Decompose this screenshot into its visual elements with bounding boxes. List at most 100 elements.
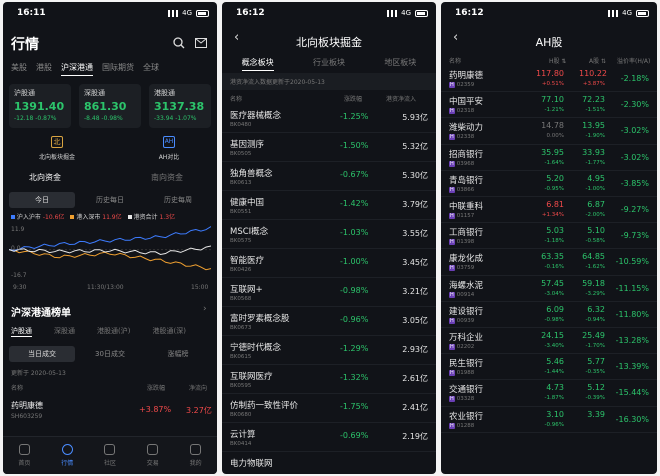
a-change: -1.62% — [585, 264, 605, 271]
list-item[interactable]: 中国平安 H 02318 77.10 -1.21% 72.23 -1.51% -2.30% — [441, 92, 657, 119]
index-name: 深股通 — [84, 89, 105, 97]
list-item[interactable]: 基因测序 BK0505 -1.50% 5.32亿 — [222, 133, 436, 162]
nav-community[interactable]: 社区 — [104, 444, 116, 467]
stock-code: H 03968 — [449, 160, 475, 167]
list-item[interactable]: 医疗器械概念 BK0480 -1.25% 5.93亿 — [222, 104, 436, 133]
sector-tabs: 概念板块 行业板块 地区板块 — [222, 57, 436, 71]
list-item[interactable]: 互联网医疗 BK0595 -1.32% 2.61亿 — [222, 365, 436, 394]
sector-inflow: 2.41亿 — [402, 403, 428, 412]
sector-code: BK0568 — [230, 296, 252, 302]
sector-name: 健康中国 — [230, 198, 265, 208]
col-flow: 净流向 — [189, 385, 208, 392]
tab-hk[interactable]: 港股 — [36, 62, 52, 76]
list-item[interactable]: 青岛银行 H 03866 5.20 -0.95% 4.95 -1.00% -3.85% — [441, 171, 657, 197]
list-item[interactable]: 仿制药一致性评价 BK0680 -1.75% 2.41亿 — [222, 394, 436, 423]
list-item[interactable]: 交通银行 H 03328 4.73 -1.87% 5.12 -0.39% -15.44% — [441, 380, 657, 407]
tab-global[interactable]: 全球 — [143, 62, 159, 76]
col-premium[interactable]: 溢价率(H/A) — [617, 56, 650, 65]
table-row[interactable]: 药明康德 SH603259 +3.87% 3.27亿 — [3, 396, 217, 426]
tab-futures[interactable]: 国际期货 — [102, 62, 134, 76]
list-item[interactable]: 中联重科 H 01157 6.81 +1.34% 6.87 -2.00% -9.27% — [441, 197, 657, 224]
tab-north-fund[interactable]: 北向资金 — [29, 172, 61, 183]
hk-badge-icon: H — [449, 317, 455, 324]
list-item[interactable]: 互联网+ BK0568 -0.98% 3.21亿 — [222, 278, 436, 307]
chevron-right-icon[interactable]: › — [203, 304, 207, 314]
list-item[interactable]: 富时罗素概念股 BK0673 -0.96% 3.05亿 — [222, 307, 436, 336]
network-label: 4G — [182, 9, 192, 17]
list-item[interactable]: 云计算 BK0414 -0.69% 2.19亿 — [222, 423, 436, 452]
stock-code: H 00939 — [449, 317, 475, 324]
list-item[interactable]: 工商银行 H 01398 5.03 -1.18% 5.10 -0.58% -9.73% — [441, 223, 657, 250]
list-item[interactable]: 独角兽概念 BK0613 -0.67% 5.30亿 — [222, 162, 436, 191]
a-change: -1.90% — [585, 133, 605, 140]
a-change: -1.70% — [585, 343, 605, 349]
community-icon — [104, 444, 116, 455]
index-card-hk[interactable]: 港股通 3137.38 -33.94 -1.07% — [149, 84, 211, 128]
a-change: -2.00% — [585, 212, 605, 218]
tab-concept[interactable]: 概念板块 — [241, 57, 274, 71]
tab-rank-sz[interactable]: 深股通 — [54, 326, 75, 337]
tab-region[interactable]: 地区板块 — [384, 57, 416, 71]
nav-market[interactable]: 行情 — [61, 444, 73, 467]
list-item[interactable]: 民生银行 H 01988 5.46 -1.44% 5.77 -0.35% -13.39% — [441, 354, 657, 381]
sector-name: 医疗器械概念 — [230, 111, 282, 121]
status-bar: 16:12 4G — [441, 2, 657, 24]
tab-us[interactable]: 美股 — [11, 62, 27, 76]
tab-gainers[interactable]: 涨幅榜 — [145, 346, 211, 362]
stock-flow: 3.27亿 — [186, 406, 212, 415]
list-item[interactable]: 招商银行 H 03968 35.95 -1.64% 33.93 -1.77% -3.02% — [441, 145, 657, 171]
tab-30day-volume[interactable]: 30日成交 — [77, 346, 143, 362]
tab-history-daily[interactable]: 历史每日 — [77, 192, 143, 208]
col-h[interactable]: H股 ⇅ — [549, 56, 566, 65]
list-item[interactable]: 万科企业 H 02202 24.15 -3.40% 25.49 -1.70% -13.28% — [441, 328, 657, 355]
list-item[interactable]: 智能医疗 BK0426 -1.00% 3.45亿 — [222, 249, 436, 278]
legend-item: 港资合计 1.3亿 — [127, 212, 175, 221]
network-label: 4G — [401, 9, 411, 17]
sector-name: 富时罗素概念股 — [230, 314, 290, 324]
premium: -13.28% — [615, 336, 649, 345]
tab-daily-volume[interactable]: 当日成交 — [9, 346, 75, 362]
index-card-sz[interactable]: 深股通 861.30 -8.48 -0.98% — [79, 84, 141, 128]
col-a[interactable]: A股 ⇅ — [589, 56, 606, 65]
list-item[interactable]: 康龙化成 H 03759 63.35 -0.16% 64.85 -1.62% -10.59% — [441, 249, 657, 276]
tab-rank-hk-sh[interactable]: 港股通(沪) — [97, 326, 130, 337]
y-axis-zero: 0.0 — [11, 245, 21, 252]
list-item[interactable]: 海螺水泥 H 00914 57.45 -3.04% 59.18 -3.29% -11.15% — [441, 276, 657, 302]
list-item[interactable]: 潍柴动力 H 02338 14.78 0.00% 13.95 -1.90% -3.02% — [441, 118, 657, 145]
tab-connect[interactable]: 沪深港通 — [61, 62, 93, 76]
list-item[interactable]: 农业银行 H 01288 3.10 -0.96% 3.39 -16.30% — [441, 407, 657, 433]
tab-today[interactable]: 今日 — [9, 192, 75, 208]
tab-south-fund[interactable]: 南向资金 — [151, 172, 183, 183]
list-item[interactable]: 电力物联网 — [222, 452, 436, 474]
list-item[interactable]: 建设银行 H 00939 6.09 -0.98% 6.32 -0.94% -11.80% — [441, 302, 657, 328]
premium: -3.85% — [620, 178, 649, 188]
nav-trade[interactable]: 交易 — [147, 444, 159, 467]
search-icon[interactable] — [173, 37, 185, 49]
clock: 16:12 — [455, 8, 484, 18]
list-item[interactable]: 宁德时代概念 BK0615 -1.29% 2.93亿 — [222, 336, 436, 365]
h-change: -0.16% — [544, 264, 564, 271]
mail-icon[interactable] — [195, 38, 207, 48]
sector-name: 互联网+ — [230, 285, 263, 295]
nav-home[interactable]: 首页 — [18, 444, 30, 467]
a-change: -0.35% — [585, 369, 605, 376]
calendar-icon: 北 — [51, 136, 63, 148]
hk-badge-icon: H — [449, 396, 455, 403]
nav-me[interactable]: 我的 — [190, 444, 202, 467]
north-fund-entry[interactable]: 北 北向板块掘金 — [37, 136, 77, 161]
tab-rank-sh[interactable]: 沪股通 — [11, 326, 32, 337]
list-item[interactable]: MSCI概念 BK0575 -1.03% 3.55亿 — [222, 220, 436, 249]
tab-rank-hk-sz[interactable]: 港股通(深) — [152, 326, 185, 337]
sector-change: -0.69% — [340, 431, 369, 440]
a-change: +3.87% — [582, 81, 605, 87]
list-item[interactable]: 健康中国 BK0551 -1.42% 3.79亿 — [222, 191, 436, 220]
index-card-sh[interactable]: 沪股通 1391.40 -12.18 -0.87% — [9, 84, 71, 128]
tab-history-weekly[interactable]: 历史每周 — [145, 192, 211, 208]
a-change: -1.51% — [585, 107, 605, 114]
legend-item: 沪入沪市 -10.6亿 — [11, 212, 64, 221]
premium: -13.39% — [615, 362, 649, 372]
tab-industry[interactable]: 行业板块 — [313, 57, 345, 71]
clock: 16:11 — [17, 8, 46, 18]
ah-compare-entry[interactable]: AH AH对比 — [149, 136, 189, 161]
list-item[interactable]: 药明康德 H 02359 117.80 +0.51% 110.22 +3.87% -2.18% — [441, 66, 657, 93]
